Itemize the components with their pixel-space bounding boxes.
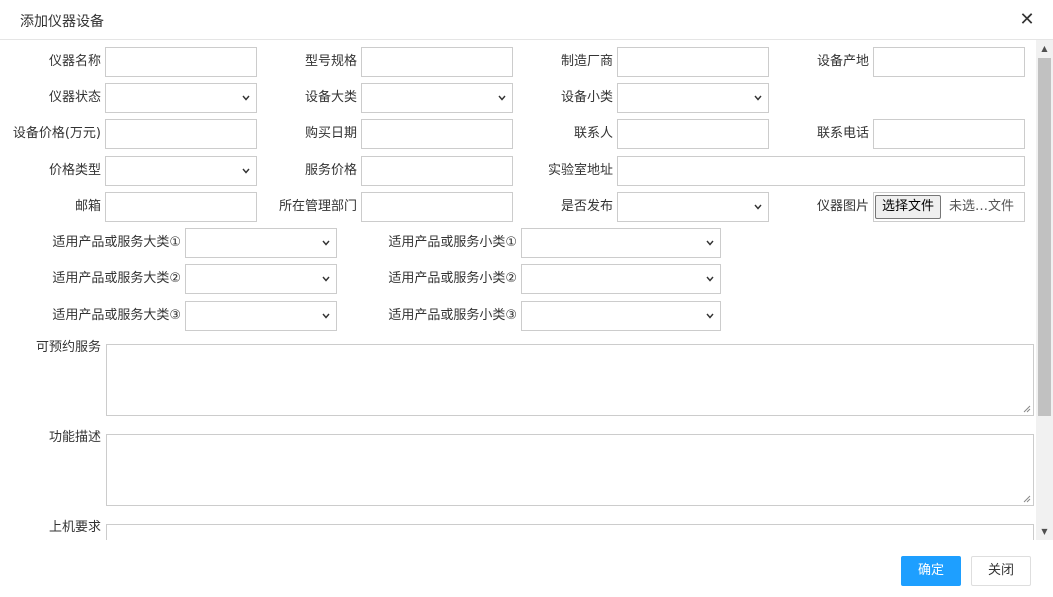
label-minor: 设备小类 [560, 90, 613, 105]
usage-requirements-textarea[interactable] [106, 524, 1034, 540]
chevron-down-icon [322, 240, 330, 246]
major-select[interactable] [361, 83, 513, 113]
label-contact: 联系人 [573, 126, 613, 141]
label-applicable-major-1: 适用产品或服务大类① [52, 235, 181, 250]
label-publish: 是否发布 [560, 199, 613, 214]
form-content: 仪器名称 型号规格 制造厂商 设备产地 仪器状态 设备大类 设备小类 设备价格(… [0, 40, 1053, 540]
image-file-input[interactable]: 选择文件 未选…文件 [873, 192, 1025, 222]
publish-select[interactable] [617, 192, 769, 222]
origin-input[interactable] [873, 47, 1025, 77]
status-select[interactable] [105, 83, 257, 113]
model-input[interactable] [361, 47, 513, 77]
label-applicable-minor-3: 适用产品或服务小类③ [388, 308, 517, 323]
dialog-title: 添加仪器设备 [20, 14, 104, 30]
label-applicable-minor-2: 适用产品或服务小类② [388, 271, 517, 286]
chevron-down-icon [706, 313, 714, 319]
applicable-major-3-select[interactable] [185, 301, 337, 331]
price-type-select[interactable] [105, 156, 257, 186]
applicable-minor-3-select[interactable] [521, 301, 721, 331]
dialog-footer: 确定 关闭 [0, 540, 1053, 597]
label-price-type: 价格类型 [48, 163, 101, 178]
label-department: 所在管理部门 [278, 199, 357, 214]
label-bookable-services: 可预约服务 [35, 340, 101, 355]
label-applicable-minor-1: 适用产品或服务小类① [388, 235, 517, 250]
price-input[interactable] [105, 119, 257, 149]
label-lab-address: 实验室地址 [547, 163, 613, 178]
resize-grip-icon[interactable] [1023, 405, 1031, 413]
buy-date-input[interactable] [361, 119, 513, 149]
label-status: 仪器状态 [48, 90, 101, 105]
label-maker: 制造厂商 [560, 54, 613, 69]
label-instrument-name: 仪器名称 [48, 54, 101, 69]
label-function-description: 功能描述 [48, 430, 101, 445]
scroll-up-icon[interactable]: ▲ [1036, 40, 1053, 57]
applicable-minor-2-select[interactable] [521, 264, 721, 294]
contact-input[interactable] [617, 119, 769, 149]
chevron-down-icon [242, 95, 250, 101]
minor-select[interactable] [617, 83, 769, 113]
chevron-down-icon [706, 240, 714, 246]
lab-address-input[interactable] [617, 156, 1025, 186]
label-applicable-major-2: 适用产品或服务大类② [52, 271, 181, 286]
label-image: 仪器图片 [816, 199, 869, 214]
bookable-services-textarea[interactable] [106, 344, 1034, 416]
phone-input[interactable] [873, 119, 1025, 149]
chevron-down-icon [242, 168, 250, 174]
scroll-down-icon[interactable]: ▼ [1036, 523, 1053, 540]
vertical-scrollbar[interactable]: ▲ ▼ [1036, 40, 1053, 540]
scroll-thumb[interactable] [1038, 58, 1051, 416]
department-input[interactable] [361, 192, 513, 222]
service-price-input[interactable] [361, 156, 513, 186]
chevron-down-icon [754, 204, 762, 210]
label-applicable-major-3: 适用产品或服务大类③ [52, 308, 181, 323]
applicable-minor-1-select[interactable] [521, 228, 721, 258]
choose-file-button[interactable]: 选择文件 [875, 195, 942, 219]
label-origin: 设备产地 [816, 54, 869, 69]
applicable-major-1-select[interactable] [185, 228, 337, 258]
label-price: 设备价格(万元) [12, 126, 101, 141]
label-email: 邮箱 [74, 199, 101, 214]
label-model: 型号规格 [304, 54, 357, 69]
close-button[interactable]: 关闭 [971, 556, 1031, 586]
chevron-down-icon [754, 95, 762, 101]
label-service-price: 服务价格 [304, 163, 357, 178]
email-input[interactable] [105, 192, 257, 222]
instrument-name-input[interactable] [105, 47, 257, 77]
dialog-header: 添加仪器设备 ✕ [0, 0, 1053, 40]
label-major: 设备大类 [304, 90, 357, 105]
chevron-down-icon [322, 276, 330, 282]
function-description-textarea[interactable] [106, 434, 1034, 506]
chevron-down-icon [498, 95, 506, 101]
close-icon[interactable]: ✕ [1017, 10, 1037, 30]
applicable-major-2-select[interactable] [185, 264, 337, 294]
confirm-button[interactable]: 确定 [901, 556, 961, 586]
chevron-down-icon [322, 313, 330, 319]
maker-input[interactable] [617, 47, 769, 77]
file-status-text: 未选…文件 [949, 199, 1015, 214]
label-usage-requirements: 上机要求 [48, 520, 101, 535]
label-phone: 联系电话 [816, 126, 869, 141]
chevron-down-icon [706, 276, 714, 282]
resize-grip-icon[interactable] [1023, 495, 1031, 503]
label-buy-date: 购买日期 [304, 126, 357, 141]
